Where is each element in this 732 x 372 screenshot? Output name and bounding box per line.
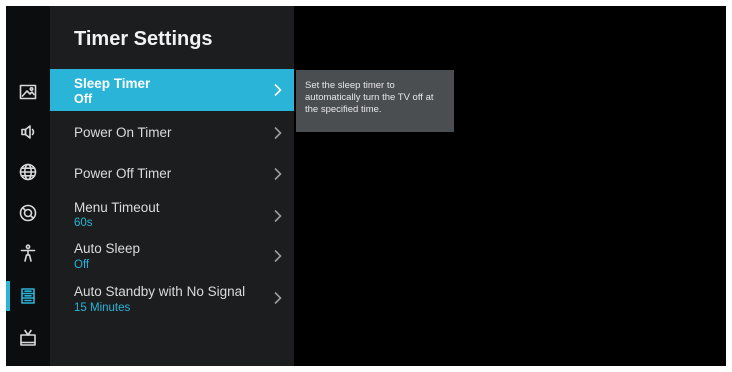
timer-settings-panel: Timer Settings Sleep Timer Off Power On … — [50, 6, 294, 366]
settings-category-sidebar — [6, 6, 50, 366]
tv-screen: Timer Settings Sleep Timer Off Power On … — [6, 6, 726, 366]
menu-item-value: Off — [74, 92, 93, 106]
menu-item-label: Auto Standby with No Signal — [74, 284, 246, 299]
chevron-right-icon — [272, 249, 284, 263]
menu-item-menu-timeout[interactable]: Menu Timeout 60s — [50, 195, 294, 235]
menu-item-sleep-timer[interactable]: Sleep Timer Off — [50, 69, 294, 111]
menu-item-label: Auto Sleep — [74, 241, 141, 256]
chevron-right-icon — [272, 83, 284, 97]
menu-item-power-off-timer[interactable]: Power Off Timer — [50, 153, 294, 195]
help-tooltip: Set the sleep timer to automatically tur… — [296, 70, 454, 132]
menu-item-label: Power On Timer — [74, 125, 172, 140]
support-icon[interactable] — [6, 198, 50, 228]
menu-item-label: Power Off Timer — [74, 166, 172, 181]
menu-item-auto-sleep[interactable]: Auto Sleep Off — [50, 235, 294, 277]
menu-item-auto-standby[interactable]: Auto Standby with No Signal 15 Minutes — [50, 277, 294, 319]
menu-item-power-on-timer[interactable]: Power On Timer — [50, 111, 294, 153]
chevron-right-icon — [272, 126, 284, 140]
sound-icon[interactable] — [6, 117, 50, 147]
chevron-right-icon — [272, 167, 284, 181]
network-icon[interactable] — [6, 157, 50, 187]
menu-item-label: Sleep Timer — [74, 76, 151, 91]
accessibility-icon[interactable] — [6, 238, 50, 268]
menu-item-value: Off — [74, 259, 90, 271]
chevron-right-icon — [272, 291, 284, 305]
page-title: Timer Settings — [74, 28, 213, 50]
menu-item-label: Menu Timeout — [74, 200, 160, 215]
channel-icon[interactable] — [6, 323, 50, 353]
menu-item-value: 60s — [74, 217, 93, 229]
chevron-right-icon — [272, 209, 284, 223]
menu-item-value: 15 Minutes — [74, 302, 131, 314]
system-icon[interactable] — [6, 281, 50, 311]
picture-icon[interactable] — [6, 77, 50, 107]
